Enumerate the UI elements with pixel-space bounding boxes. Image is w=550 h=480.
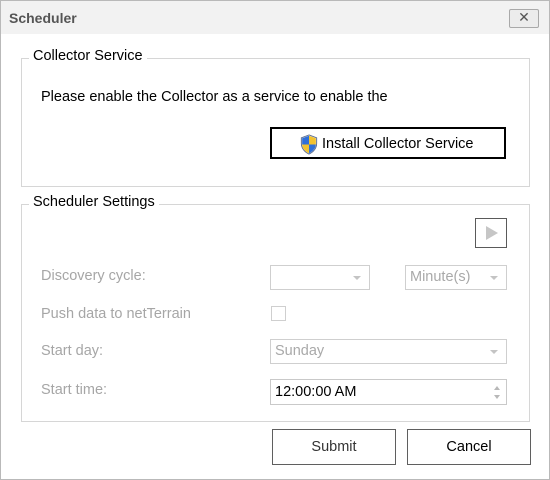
uac-shield-icon	[300, 134, 318, 155]
collector-message: Please enable the Collector as a service…	[41, 89, 388, 105]
cycle-unit-select[interactable]: Minute(s)	[405, 265, 507, 290]
start-time-label: Start time:	[41, 382, 108, 398]
install-collector-service-button[interactable]: Install Collector Service	[270, 127, 506, 159]
start-day-value: Sunday	[275, 343, 325, 359]
play-icon	[486, 226, 498, 240]
cycle-unit-value: Minute(s)	[410, 269, 471, 285]
window-title: Scheduler	[9, 10, 77, 26]
submit-button[interactable]: Submit	[272, 429, 396, 465]
collector-service-title: Collector Service	[29, 48, 147, 64]
scheduler-settings-title: Scheduler Settings	[29, 194, 159, 210]
chevron-down-icon	[353, 276, 361, 280]
spin-up-icon[interactable]	[494, 386, 500, 390]
play-button[interactable]	[475, 218, 507, 248]
chevron-down-icon	[490, 350, 498, 354]
close-button[interactable]: ✕	[509, 9, 539, 28]
discovery-cycle-select[interactable]	[270, 265, 370, 290]
discovery-cycle-label: Discovery cycle:	[41, 268, 146, 284]
start-time-value: 12:00:00 AM	[275, 384, 357, 400]
push-data-label: Push data to netTerrain	[41, 306, 191, 322]
chevron-down-icon	[490, 276, 498, 280]
close-icon: ✕	[518, 9, 530, 25]
collector-service-group	[21, 58, 530, 187]
install-collector-service-label: Install Collector Service	[322, 136, 474, 152]
start-time-input[interactable]: 12:00:00 AM	[270, 379, 507, 405]
cancel-button[interactable]: Cancel	[407, 429, 531, 465]
spin-down-icon[interactable]	[494, 395, 500, 399]
start-day-select[interactable]: Sunday	[270, 339, 507, 364]
title-bar: Scheduler ✕	[1, 1, 549, 34]
push-data-checkbox[interactable]	[271, 306, 286, 321]
start-day-label: Start day:	[41, 343, 104, 359]
